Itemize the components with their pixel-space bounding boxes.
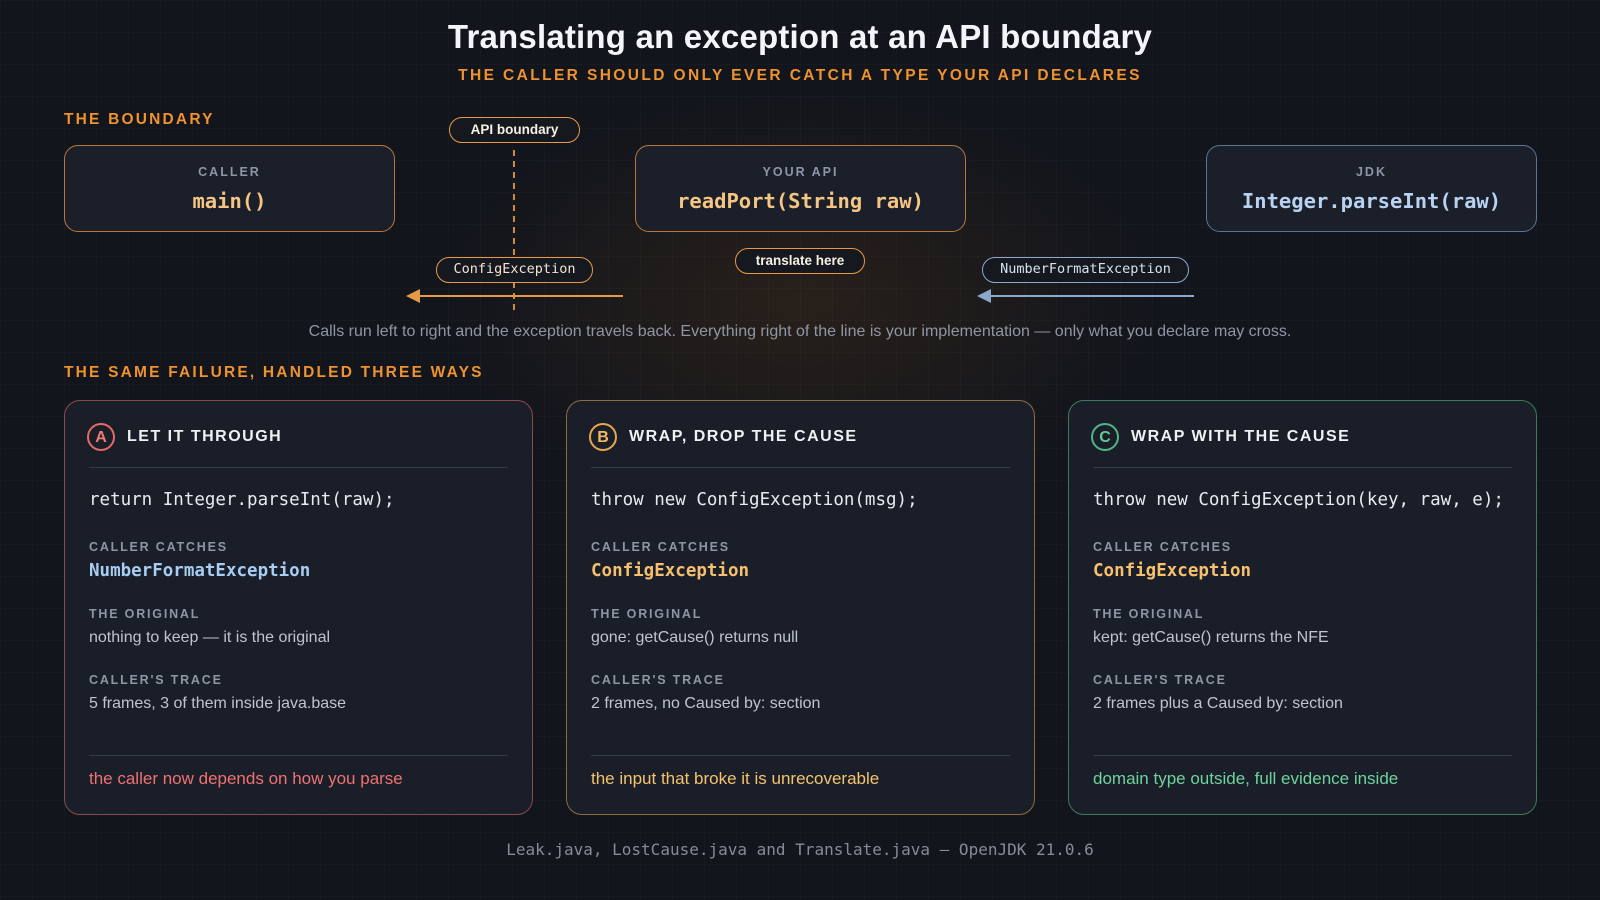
caller-catches-type: NumberFormatException [89, 561, 311, 581]
api-boundary-pill: API boundary [449, 117, 580, 143]
card-badge: A [87, 423, 115, 451]
caller-catches-type: ConfigException [591, 561, 750, 581]
outgoing-arrowhead [406, 289, 420, 303]
translate-here-pill: translate here [735, 248, 865, 274]
flow-arrows [406, 150, 1194, 312]
card-header: A LET IT THROUGH [87, 401, 508, 468]
card-badge: B [589, 423, 617, 451]
config-exception-pill: ConfigException [436, 257, 593, 283]
approach-card-c: C WRAP WITH THE CAUSE throw new ConfigEx… [1068, 400, 1537, 815]
trace-label: CALLER'S TRACE [1093, 673, 1227, 687]
card-header: C WRAP WITH THE CAUSE [1091, 401, 1512, 468]
card-title: WRAP, DROP THE CAUSE [629, 428, 858, 445]
trace-value: 2 frames plus a Caused by: section [1093, 695, 1343, 712]
original-value: nothing to keep — it is the original [89, 629, 331, 646]
original-label: THE ORIGINAL [1093, 607, 1205, 621]
card-badge: C [1091, 423, 1119, 451]
source-footer: Leak.java, LostCause.java and Translate.… [506, 840, 1094, 859]
original-value: gone: getCause() returns null [591, 629, 799, 646]
card-verdict: the caller now depends on how you parse [89, 755, 508, 789]
trace-value: 5 frames, 3 of them inside java.base [89, 695, 347, 712]
card-verdict: domain type outside, full evidence insid… [1093, 755, 1512, 789]
trace-label: CALLER'S TRACE [591, 673, 725, 687]
card-code: throw new ConfigException(key, raw, e); [1093, 490, 1504, 510]
trace-label: CALLER'S TRACE [89, 673, 223, 687]
caller-catches-label: CALLER CATCHES [1093, 540, 1232, 554]
caller-catches-label: CALLER CATCHES [591, 540, 730, 554]
number-format-exception-pill: NumberFormatException [982, 257, 1189, 283]
approaches-section-label: THE SAME FAILURE, HANDLED THREE WAYS [64, 364, 484, 381]
card-title: WRAP WITH THE CAUSE [1131, 428, 1351, 445]
incoming-arrowhead [977, 289, 991, 303]
trace-value: 2 frames, no Caused by: section [591, 695, 821, 712]
card-verdict: the input that broke it is unrecoverable [591, 755, 1010, 789]
caller-catches-label: CALLER CATCHES [89, 540, 228, 554]
card-title: LET IT THROUGH [127, 428, 283, 445]
original-label: THE ORIGINAL [591, 607, 703, 621]
original-value: kept: getCause() returns the NFE [1093, 629, 1329, 646]
original-label: THE ORIGINAL [89, 607, 201, 621]
caller-catches-type: ConfigException [1093, 561, 1252, 581]
approach-card-b: B WRAP, DROP THE CAUSE throw new ConfigE… [566, 400, 1035, 815]
card-header: B WRAP, DROP THE CAUSE [589, 401, 1010, 468]
flow-caption: Calls run left to right and the exceptio… [308, 323, 1292, 340]
card-code: throw new ConfigException(msg); [591, 490, 918, 510]
approach-card-a: A LET IT THROUGH return Integer.parseInt… [64, 400, 533, 815]
card-code: return Integer.parseInt(raw); [89, 490, 395, 510]
